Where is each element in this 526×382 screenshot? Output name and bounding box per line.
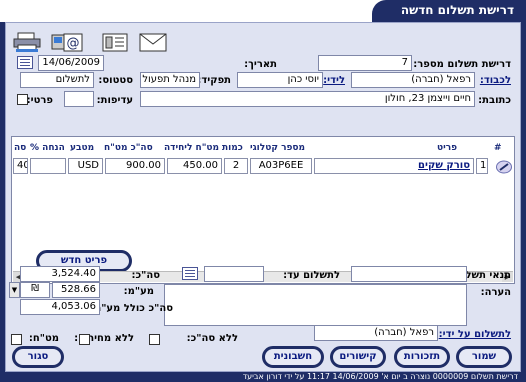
- col-qty-header: כמות: [222, 143, 243, 153]
- col-catalog-header: מספר קטלוגי: [250, 143, 306, 153]
- row-num-cell: 1: [476, 158, 488, 174]
- private-label: פרטי:: [26, 95, 53, 106]
- row-qty-cell[interactable]: 2: [224, 158, 248, 174]
- links-button[interactable]: קישורים: [330, 346, 386, 368]
- attn-label[interactable]: לידי:: [323, 75, 345, 86]
- payment-terms-field[interactable]: [351, 266, 467, 282]
- private-checkbox[interactable]: [17, 94, 28, 105]
- grand-total-label: סה"כ כולל מע"מ:: [89, 303, 173, 314]
- pay-until-label: לתשלום עד:: [283, 270, 340, 281]
- col-item-header: פריט: [437, 143, 458, 153]
- address-label: כתובת:: [478, 95, 511, 106]
- date-field[interactable]: 14/06/2009: [38, 55, 104, 71]
- items-grid: # פריט מספר קטלוגי כמות מט"ח ליחידה סה"כ…: [11, 136, 515, 284]
- row-total-cell: 40: [13, 158, 28, 174]
- row-catalog-cell[interactable]: A03P6EE: [250, 158, 312, 174]
- printer-icon[interactable]: [12, 31, 42, 53]
- priority-field[interactable]: [64, 91, 94, 107]
- footer-status: דרישת תשלום 0000009 נוצרה ב יום א' 14/06…: [0, 372, 526, 382]
- edit-pencil-icon[interactable]: [496, 160, 512, 174]
- vat-rate-field[interactable]: ₪: [20, 282, 50, 298]
- col-currency-header: מטבע: [70, 143, 95, 153]
- fx-label: מט"ח:: [28, 333, 59, 344]
- status-field[interactable]: לתשלום: [20, 72, 94, 88]
- fax-icon[interactable]: [100, 31, 130, 53]
- vat-label: מע"מ:: [123, 286, 154, 297]
- payer-field[interactable]: רפאל (חברה): [314, 325, 438, 341]
- svg-text:@: @: [67, 36, 80, 51]
- invoice-button[interactable]: חשבונית: [262, 346, 324, 368]
- request-number-field[interactable]: 7: [318, 55, 412, 71]
- main-panel: @ דרישת תשלום מספר: 7 תאריך: 14/06/2009 …: [5, 22, 521, 372]
- col-unit-price-header: מט"ח ליחידה: [164, 143, 220, 153]
- vat-field: 528.66: [52, 282, 100, 298]
- payer-label[interactable]: לתשלום על ידי:: [439, 329, 511, 340]
- role-field[interactable]: מנהל תפעול: [140, 72, 200, 88]
- subtotal-field: 3,524.40: [20, 266, 100, 282]
- address-field[interactable]: חיים וייצמן 23, חולון: [140, 91, 475, 107]
- note-label: הערה:: [480, 287, 511, 298]
- grand-total-field: 4,053.06: [20, 299, 100, 315]
- col-num-header: #: [494, 143, 502, 153]
- window-title: דרישת תשלום חדשה: [400, 3, 514, 17]
- date-label: תאריך:: [244, 59, 277, 70]
- email-at-icon[interactable]: @: [50, 31, 84, 53]
- request-number-label: דרישת תשלום מספר:: [413, 59, 511, 70]
- vat-dropdown-icon[interactable]: ▼: [9, 282, 20, 298]
- col-total-fx-header: סה"כ מט"ח: [104, 143, 153, 153]
- pay-until-calendar-icon[interactable]: [182, 267, 198, 280]
- row-currency-cell[interactable]: USD: [68, 158, 103, 174]
- footer-text: דרישת תשלום 0000009 נוצרה ב יום א' 14/06…: [242, 372, 518, 381]
- pay-until-field[interactable]: [204, 266, 264, 282]
- fx-checkbox[interactable]: [11, 334, 22, 345]
- no-prices-checkbox[interactable]: [79, 334, 90, 345]
- window: דרישת תשלום חדשה @ דרישת תשלום מספר: 7 ת…: [0, 0, 526, 382]
- row-total-fx-cell: 900.00: [105, 158, 165, 174]
- col-total-header: סה: [14, 143, 27, 153]
- row-unit-price-cell[interactable]: 450.00: [167, 158, 222, 174]
- subtotal-label: סה"כ:: [131, 270, 160, 281]
- role-label: תפקיד:: [197, 75, 231, 86]
- no-total-label: ללא סה"כ:: [186, 333, 238, 344]
- title-tab: דרישת תשלום חדשה: [372, 0, 526, 22]
- note-textarea[interactable]: [164, 284, 467, 326]
- calendar-icon[interactable]: [17, 56, 33, 69]
- status-label: סטטוס:: [98, 75, 133, 86]
- to-label[interactable]: לכבוד:: [480, 75, 511, 86]
- row-discount-cell[interactable]: [30, 158, 66, 174]
- save-button[interactable]: שמור: [456, 346, 512, 368]
- envelope-icon[interactable]: [138, 31, 168, 53]
- priority-label: עדיפות:: [96, 95, 133, 106]
- to-field[interactable]: רפאל (חברה): [351, 72, 475, 88]
- no-total-checkbox[interactable]: [149, 334, 160, 345]
- row-item-cell[interactable]: סורק שקים: [314, 158, 474, 174]
- close-button[interactable]: סגור: [12, 346, 64, 368]
- attn-field[interactable]: יוסי כהן: [237, 72, 323, 88]
- reminders-button[interactable]: תזכורות: [394, 346, 450, 368]
- col-discount-header: % הנחה: [30, 143, 65, 153]
